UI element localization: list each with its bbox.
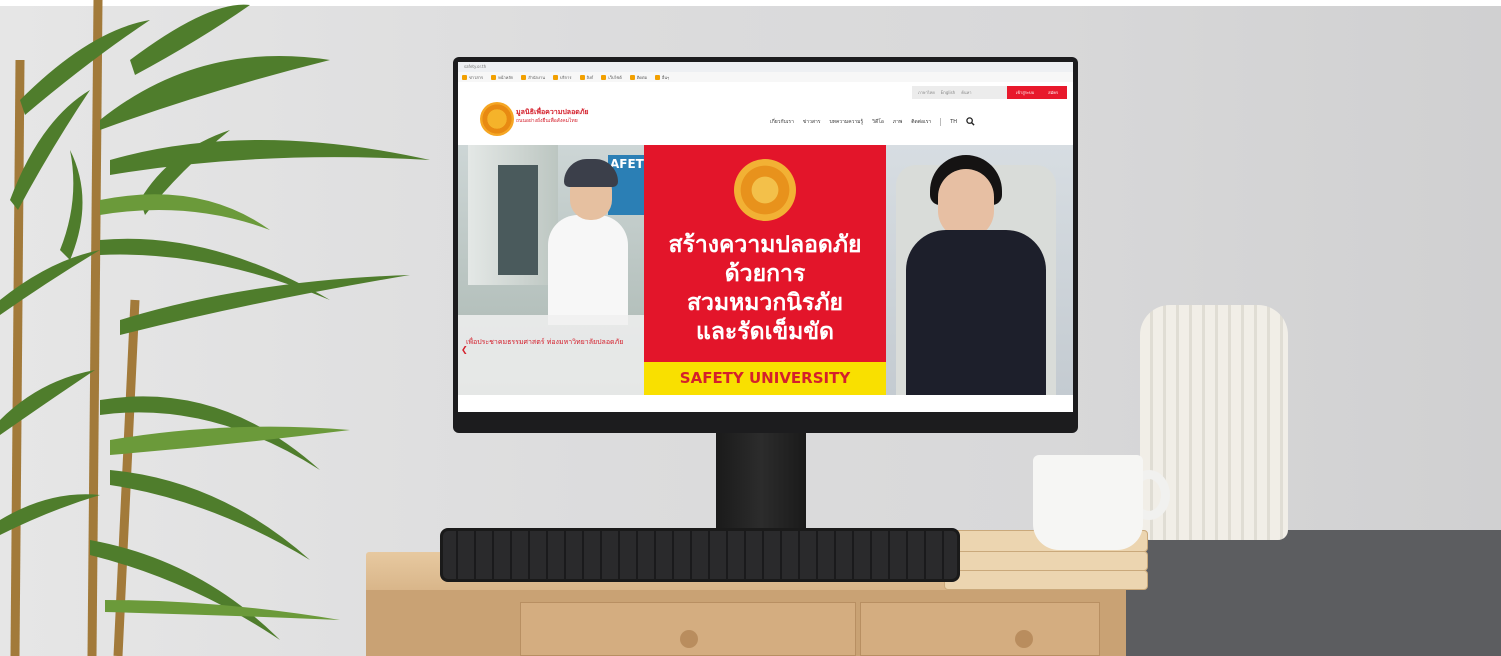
man-on-scooter [548,215,628,325]
bookmark-item[interactable]: ลิงก์ [579,74,593,81]
nav-item-about[interactable]: เกี่ยวกับเรา [770,118,794,126]
screen-footer [458,395,1073,412]
slide-caption: เพื่อประชาคมธรรมศาสตร์ ท่องมหาวิทยาลัยปล… [466,338,624,346]
headline-line: สวมหมวกนิรภัย [687,290,843,316]
building-photo [468,145,558,285]
site-logo-text[interactable]: มูลนิธิเพื่อความปลอดภัย ถนนอย่างยั่งยืนเ… [516,108,589,126]
hero-carousel: AFETY ❮ เพื่อประชาคมธรรมศาสตร์ ท่องมหาวิ… [458,145,1073,395]
search-icon[interactable] [966,117,975,126]
bookmarks-bar: ข่าวสาร หน้าหลัก สำนักงาน บริการ ลิงก์ เ… [458,72,1073,82]
nav-item-gallery[interactable]: ภาพ [893,118,902,126]
top-link[interactable]: ค้นหา [961,89,971,96]
main-nav: เกี่ยวกับเรา ข่าวสาร บทความความรู้ วิดีโ… [770,117,975,126]
bookmark-item[interactable]: ติดต่อ [629,74,647,81]
nav-divider [940,117,942,126]
language-switch[interactable]: TH [950,119,957,125]
bookmark-item[interactable]: หน้าหลัก [491,74,513,81]
notebook [944,570,1148,590]
slide-caption-box: ❮ เพื่อประชาคมธรรมศาสตร์ ท่องมหาวิทยาลัย… [458,315,644,395]
nav-item-knowledge[interactable]: บทความความรู้ [829,118,863,126]
hero-slide-right[interactable] [886,145,1073,395]
bookmark-icon [601,74,607,80]
keyboard [440,528,960,582]
bookmark-icon [521,74,527,80]
bookmark-icon [552,74,558,80]
bookmark-item[interactable]: สำนักงาน [521,74,545,81]
hero-headline: สร้างความปลอดภัย ด้วยการ สวมหมวกนิรภัย แ… [644,231,886,347]
monitor-screen: safety.or.th ข่าวสาร หน้าหลัก สำนักงาน บ… [458,62,1073,412]
drawer-knob [680,630,698,648]
bookmark-icon [579,74,585,80]
headline-line: และรัดเข็มขัด [696,319,834,345]
notebook [942,551,1148,571]
register-button[interactable]: สมัคร [1048,89,1058,96]
hero-slide-left[interactable]: AFETY ❮ เพื่อประชาคมธรรมศาสตร์ ท่องมหาวิ… [458,145,653,395]
bookmark-icon [629,74,635,80]
top-account-bar: เข้าสู่ระบบ สมัคร [1007,86,1067,99]
browser-address-bar[interactable]: safety.or.th [458,62,1073,72]
woman-in-seatbelt [906,230,1046,395]
login-button[interactable]: เข้าสู่ระบบ [1016,89,1034,96]
photo-scene: safety.or.th ข่าวสาร หน้าหลัก สำนักงาน บ… [0,0,1501,656]
foundation-seal-large [734,159,796,221]
woman-face [938,169,994,239]
top-utility-links: ภาษาไทย English ค้นหา [912,86,1007,99]
nav-item-video[interactable]: วิดีโอ [872,118,884,126]
nav-item-contact[interactable]: ติดต่อเรา [911,118,931,126]
browser-url[interactable]: safety.or.th [464,64,486,69]
safety-university-banner: SAFETY UNIVERSITY [644,362,886,395]
bookmark-item[interactable]: บริการ [552,74,572,81]
top-link[interactable]: ภาษาไทย [918,89,935,96]
hero-slide-center[interactable]: สร้างความปลอดภัย ด้วยการ สวมหมวกนิรภัย แ… [644,145,886,395]
top-link[interactable]: English [941,90,955,95]
nav-item-news[interactable]: ข่าวสาร [803,118,821,126]
bookmark-icon [655,74,661,80]
bookmark-icon [491,74,497,80]
building-door [498,165,538,275]
drawer-knob [1015,630,1033,648]
monitor-stand [716,431,806,535]
desk-drawer-right [860,602,1100,656]
bookmark-item[interactable]: ข่าวสาร [462,74,483,81]
bookmark-item[interactable]: อื่นๆ [655,74,669,81]
white-mug [1033,455,1143,550]
headline-line: ด้วยการ [724,261,806,287]
headline-line: สร้างความปลอดภัย [668,232,862,258]
logo-line-2: ถนนอย่างยั่งยืนเพื่อสังคมไทย [516,118,578,124]
bookmark-icon [462,74,467,80]
foundation-seal-logo[interactable] [480,102,514,136]
logo-line-1: มูลนิธิเพื่อความปลอดภัย [516,108,589,116]
bookmark-item[interactable]: เว็บไซต์ [601,74,622,81]
